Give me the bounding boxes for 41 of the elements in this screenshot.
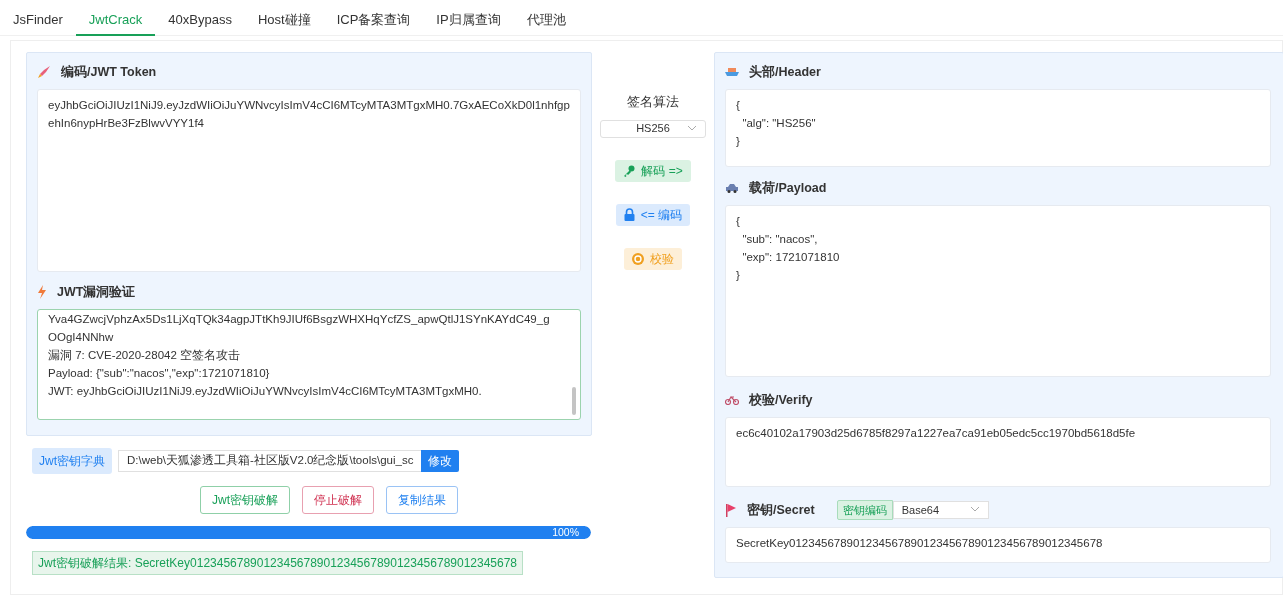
copy-button[interactable]: 复制结果: [386, 486, 458, 514]
dictionary-label: Jwt密钥字典: [32, 448, 112, 474]
stop-button[interactable]: 停止破解: [302, 486, 374, 514]
flag-icon: [725, 503, 737, 517]
encoding-label: 密钥编码: [836, 499, 893, 521]
token-field[interactable]: eyJhbGciOiJIUzI1NiJ9.eyJzdWIiOiJuYWNvcyIsImV4cCI6MTcyMTA3MTgxMH0.7GxAECoXkD0l1nhfgpehIn6nypHrBe3FzBlwvVYY1f4: [37, 89, 581, 272]
panel-title: 密钥/Secret: [747, 501, 815, 519]
panel-title: 校验/Verify: [749, 391, 813, 409]
lightning-icon: [37, 285, 47, 299]
algorithm-select[interactable]: HS256: [600, 119, 706, 138]
panel-title: 头部/Header: [749, 63, 821, 81]
chevron-down-icon: [969, 506, 980, 512]
panel-title: 载荷/Payload: [749, 179, 827, 197]
key-icon: [623, 164, 636, 177]
edit-button[interactable]: 修改: [421, 450, 460, 472]
tab[interactable]: 代理池: [513, 0, 579, 36]
tab[interactable]: 40xBypass: [155, 0, 245, 36]
car-icon: [725, 183, 739, 193]
signature-field[interactable]: ec6c40102a17903d25d6785f8297a1227ea7ca91eb05edc5cc1970bd5618d5fe: [725, 417, 1271, 487]
panel-title: JWT漏洞验证: [57, 283, 136, 301]
encoding-select[interactable]: Base64: [892, 501, 989, 519]
path-field[interactable]: D:\web\天狐渗透工具箱-社区版V2.0纪念版\tools\gui_sc: [118, 450, 422, 472]
chevron-down-icon: [687, 124, 697, 131]
algorithm-label: 签名算法: [627, 93, 679, 111]
lock-icon: [623, 208, 635, 221]
tab[interactable]: JsFinder: [0, 0, 76, 36]
tab[interactable]: Host碰撞: [244, 0, 324, 36]
panel-title: 编码/JWT Token: [61, 63, 157, 81]
progress-fill: 100%: [26, 526, 591, 539]
tab[interactable]: IP归属查询: [423, 0, 514, 36]
payload-field[interactable]: { "sub": "nacos", "exp": 1721071810 }: [725, 205, 1271, 377]
tab[interactable]: JwtCrack: [75, 0, 156, 36]
secret-field[interactable]: SecretKey0123456789012345678901234567890123456789012345678: [725, 527, 1271, 563]
header-field[interactable]: { "alg": "HS256" }: [725, 89, 1271, 167]
result-textarea[interactable]: Yva4GZwcjVphzAx5Ds1LjXqTQk34agpJTtKh9JIUf6BsgzWHXHqYcfZS_apwQtlJ1SYnKAYdC49_gOOgI4NNhw 漏洞 7: CVE-2020-28042 空签名攻击 Payload: {"sub":"nacos","exp":1721071810} JWT: eyJhbGciOiJIUzI1NiJ9.eyJzdWIiOiJuYWNvcyIsImV4cCI6MTcyMTA3MTgxMH0.: [37, 309, 581, 420]
ship-icon: [725, 67, 739, 77]
bicycle-icon: [725, 395, 739, 405]
result-message: Jwt密钥破解结果: SecretKey0123456789012345678901234567890123456789012345678: [32, 551, 524, 575]
crack-button[interactable]: Jwt密钥破解: [200, 486, 290, 514]
tab[interactable]: ICP备案查询: [323, 0, 424, 36]
scrollbar[interactable]: [572, 387, 576, 415]
